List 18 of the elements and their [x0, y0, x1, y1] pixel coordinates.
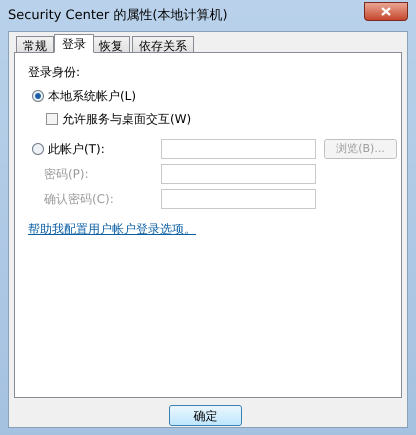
- close-button[interactable]: [364, 2, 408, 21]
- tab[interactable]: 恢复: [92, 36, 130, 52]
- tab[interactable]: 登录: [54, 34, 94, 53]
- help-link[interactable]: 帮助我配置用户帐户登录选项。: [28, 220, 196, 238]
- tab[interactable]: 常规: [16, 36, 54, 52]
- radio-button[interactable]: [32, 90, 44, 102]
- section-heading: 登录身份:: [28, 64, 80, 81]
- window-title: Security Center 的属性(本地计算机): [8, 6, 228, 25]
- radio-label[interactable]: 此帐户(T):: [48, 140, 105, 158]
- field-label: 密码(P):: [44, 166, 90, 183]
- field-label: 确认密码(C):: [44, 191, 115, 208]
- radio-label[interactable]: 本地系统帐户(L): [48, 87, 136, 105]
- ok-button[interactable]: 确定: [169, 405, 242, 426]
- close-icon: [381, 7, 391, 16]
- checkbox[interactable]: [46, 113, 58, 125]
- radio-button[interactable]: [32, 143, 44, 155]
- tab[interactable]: 依存关系: [132, 36, 194, 52]
- checkbox-label[interactable]: 允许服务与桌面交互(W): [62, 110, 192, 128]
